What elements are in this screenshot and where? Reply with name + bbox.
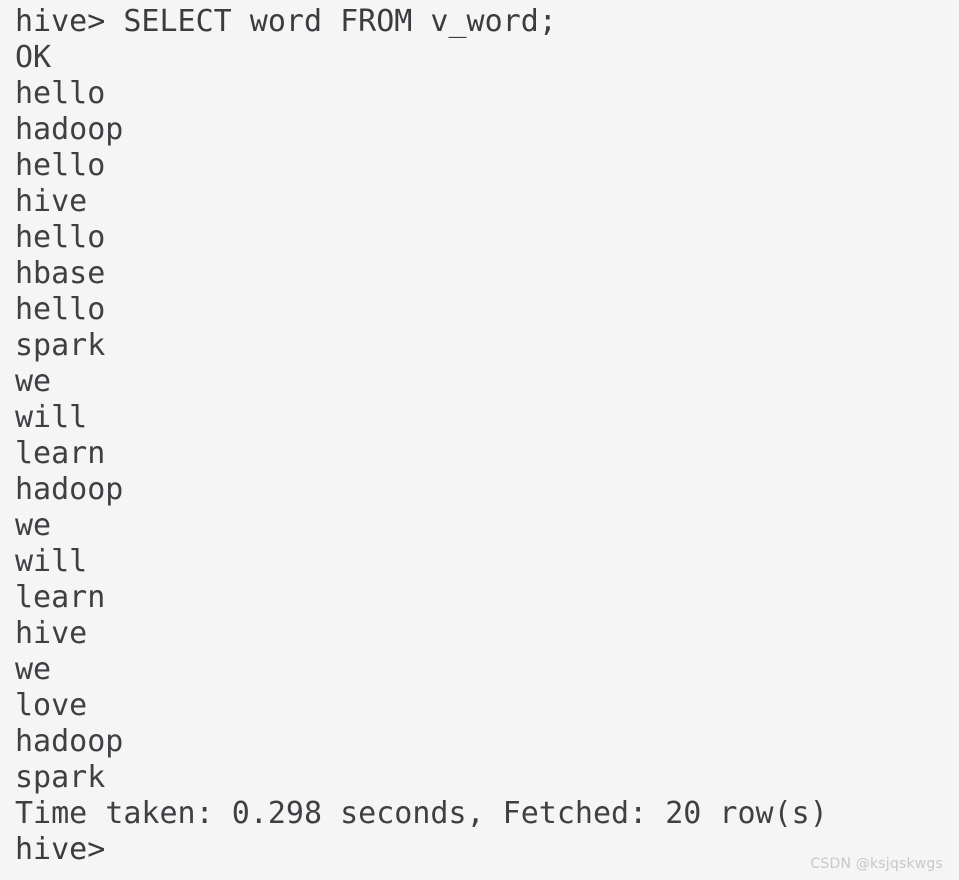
terminal-result-row: hadoop <box>15 112 124 147</box>
terminal-result-row: we <box>15 652 52 687</box>
terminal-result-row: will <box>15 400 88 435</box>
terminal-result-row: learn <box>15 436 106 471</box>
terminal-output-pane[interactable]: hive> SELECT word FROM v_word; OK hello had… <box>0 0 959 880</box>
csdn-watermark: CSDN @ksjqskwgs <box>810 856 943 872</box>
terminal-line-list: hive> SELECT word FROM v_word; OK hello had… <box>15 4 959 868</box>
terminal-result-row: hbase <box>15 256 106 291</box>
terminal-status-line: OK <box>15 40 52 75</box>
terminal-result-row: hive <box>15 616 88 651</box>
terminal-result-row: hello <box>15 148 106 183</box>
terminal-result-row: hello <box>15 292 106 327</box>
terminal-result-row: hello <box>15 220 106 255</box>
terminal-result-row: spark <box>15 328 106 363</box>
terminal-result-row: love <box>15 688 88 723</box>
terminal-result-row: hadoop <box>15 472 124 507</box>
terminal-result-row: we <box>15 508 52 543</box>
terminal-result-row: hadoop <box>15 724 124 759</box>
terminal-result-row: hive <box>15 184 88 219</box>
terminal-status-line: Time taken: 0.298 seconds, Fetched: 20 r… <box>15 796 828 831</box>
terminal-result-row: spark <box>15 760 106 795</box>
terminal-result-row: hello <box>15 76 106 111</box>
terminal-prompt-line: hive> SELECT word FROM v_word; <box>15 4 557 39</box>
terminal-result-row: learn <box>15 580 106 615</box>
terminal-result-row: will <box>15 544 88 579</box>
terminal-result-row: we <box>15 364 52 399</box>
